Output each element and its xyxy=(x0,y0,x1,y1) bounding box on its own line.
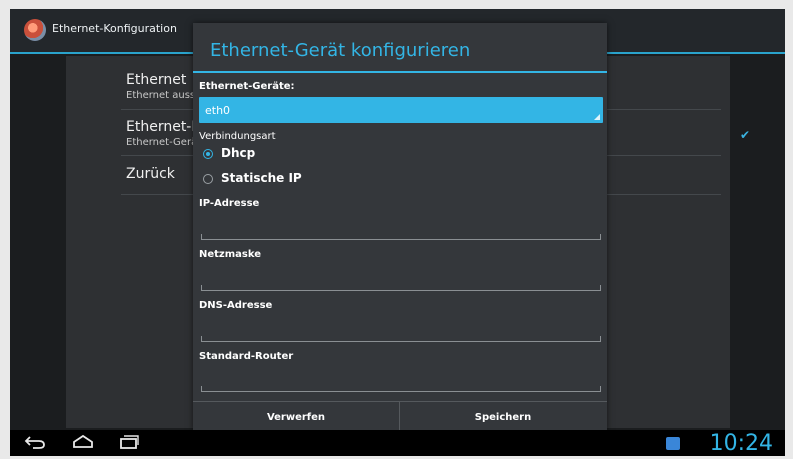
pref-ethernet[interactable]: Ethernet Ethernet ausse xyxy=(126,72,201,101)
recent-apps-icon[interactable] xyxy=(118,434,140,450)
ip-address-label: IP-Adresse xyxy=(199,198,260,209)
back-icon[interactable] xyxy=(24,434,46,450)
pref-title: Zurück xyxy=(126,166,175,182)
clock[interactable]: 10:24 xyxy=(710,431,773,456)
dialog-title: Ethernet-Gerät konfigurieren xyxy=(210,40,471,61)
checkmark-icon[interactable]: ✔ xyxy=(740,128,750,142)
android-screen: Ethernet-Konfiguration Ethernet Ethernet… xyxy=(10,9,785,456)
connection-type-label: Verbindungsart xyxy=(199,131,276,142)
save-button[interactable]: Speichern xyxy=(400,402,606,432)
pref-summary: Ethernet-Gerä xyxy=(126,137,198,148)
device-label: Ethernet-Geräte: xyxy=(199,81,295,92)
configure-dialog: Ethernet-Gerät konfigurieren Ethernet-Ge… xyxy=(193,23,607,432)
navigation-bar: 10:24 xyxy=(10,430,785,456)
dns-address-label: DNS-Adresse xyxy=(199,300,273,311)
app-title: Ethernet-Konfiguration xyxy=(52,22,177,35)
pref-title: Ethernet-K xyxy=(126,119,201,135)
netmask-label: Netzmaske xyxy=(199,249,262,260)
device-value: eth0 xyxy=(205,104,231,117)
pref-back[interactable]: Zurück xyxy=(126,166,175,182)
home-icon[interactable] xyxy=(72,434,94,450)
default-router-label: Standard-Router xyxy=(199,351,294,362)
radio-unselected-icon xyxy=(203,174,213,184)
ip-address-field[interactable] xyxy=(201,233,601,240)
pref-title: Ethernet xyxy=(126,72,187,88)
discard-button[interactable]: Verwerfen xyxy=(193,402,400,432)
dialog-button-bar: Verwerfen Speichern xyxy=(193,401,607,432)
device-spinner[interactable]: eth0 xyxy=(199,97,603,123)
pref-summary: Ethernet ausse xyxy=(126,90,202,101)
ethernet-app-icon[interactable] xyxy=(24,19,46,41)
notification-icon[interactable] xyxy=(666,437,680,450)
pref-ethernet-config[interactable]: Ethernet-K Ethernet-Gerä xyxy=(126,119,201,148)
radio-label: Dhcp xyxy=(221,146,256,160)
spinner-corner-icon xyxy=(594,114,600,120)
dns-address-field[interactable] xyxy=(201,335,601,342)
radio-selected-icon xyxy=(203,149,213,159)
radio-label: Statische IP xyxy=(221,171,302,185)
default-router-field[interactable] xyxy=(201,385,601,392)
title-divider xyxy=(193,71,607,73)
netmask-field[interactable] xyxy=(201,284,601,291)
